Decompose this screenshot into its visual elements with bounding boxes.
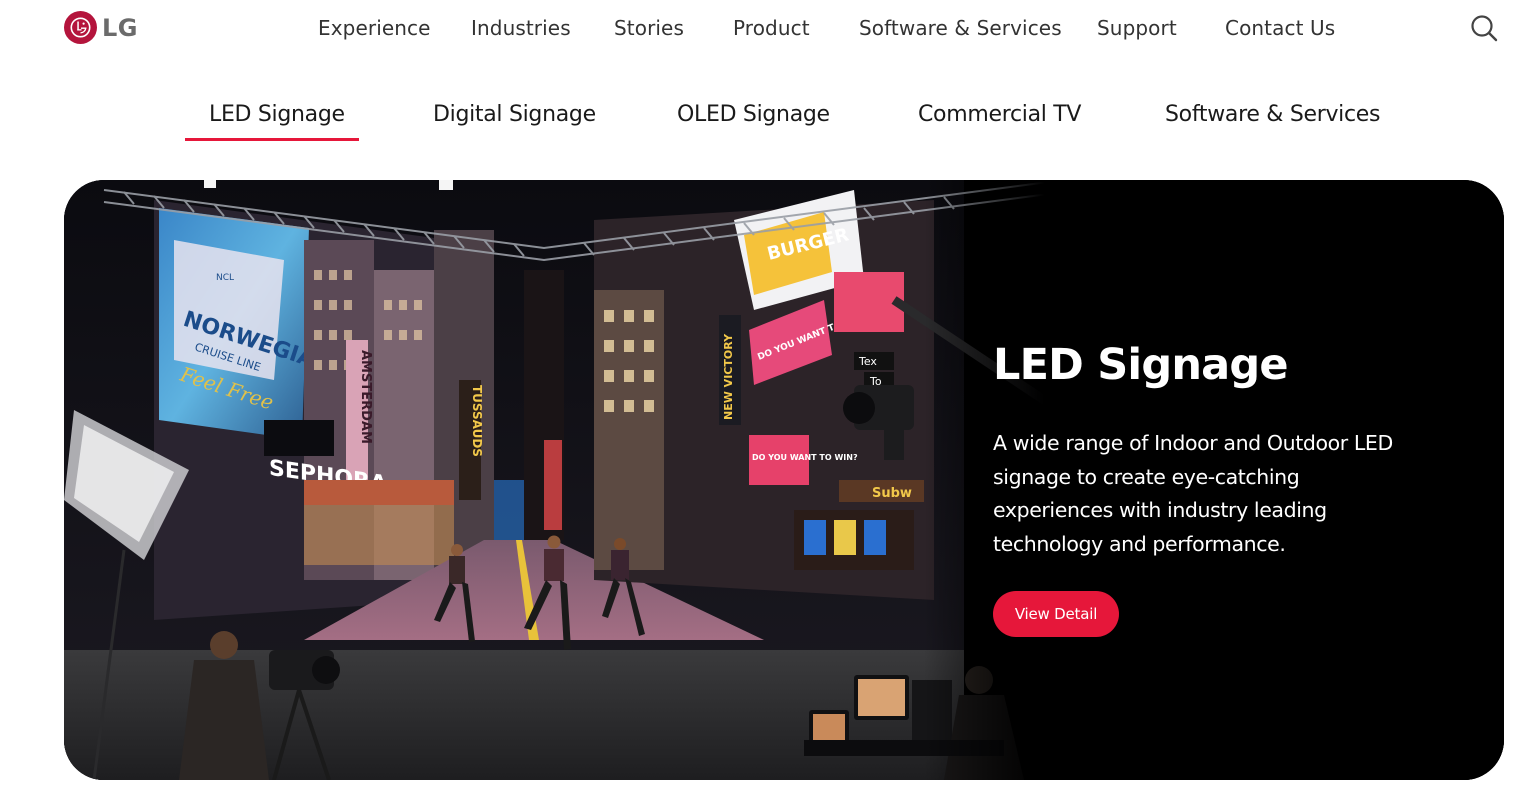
- nav-item-product[interactable]: Product: [733, 16, 810, 40]
- sign-do-you-want-to-win-2: DO YOU WANT TO WIN?: [752, 453, 858, 462]
- nav-item-support[interactable]: Support: [1097, 16, 1177, 40]
- nav-item-experience[interactable]: Experience: [318, 16, 431, 40]
- view-detail-button[interactable]: View Detail: [993, 591, 1119, 637]
- sign-tussauds: TUSSAUDS: [470, 385, 484, 457]
- tab-led-signage[interactable]: LED Signage: [209, 102, 345, 127]
- hero-title: LED Signage: [993, 340, 1289, 390]
- top-navigation: LG Experience Industries Stories Product…: [0, 0, 1537, 56]
- hero-description: A wide range of Indoor and Outdoor LED s…: [993, 431, 1393, 556]
- tab-software-services[interactable]: Software & Services: [1165, 102, 1381, 127]
- hero-banner: NORWEGIAN CRUISE LINE Feel Free NCL AMST…: [64, 180, 1504, 780]
- sign-subway: Subw: [872, 486, 912, 501]
- search-icon[interactable]: [1469, 13, 1499, 43]
- nav-item-stories[interactable]: Stories: [614, 16, 684, 40]
- main-menu: Experience Industries Stories Product So…: [0, 16, 1537, 40]
- active-tab-indicator: [185, 138, 359, 141]
- sign-ncl: NCL: [216, 273, 234, 283]
- nav-item-contact-us[interactable]: Contact Us: [1225, 16, 1335, 40]
- nav-item-software-services[interactable]: Software & Services: [859, 16, 1062, 40]
- category-tabs: LED Signage Digital Signage OLED Signage…: [0, 102, 1537, 146]
- nav-item-industries[interactable]: Industries: [471, 16, 571, 40]
- tab-digital-signage[interactable]: Digital Signage: [433, 102, 596, 127]
- sign-text: Tex: [858, 355, 877, 368]
- tab-oled-signage[interactable]: OLED Signage: [677, 102, 830, 127]
- tab-commercial-tv[interactable]: Commercial TV: [918, 102, 1081, 127]
- sign-amsterdam: AMSTERDAM: [358, 350, 373, 444]
- sign-new-victory: NEW VICTORY: [722, 333, 735, 420]
